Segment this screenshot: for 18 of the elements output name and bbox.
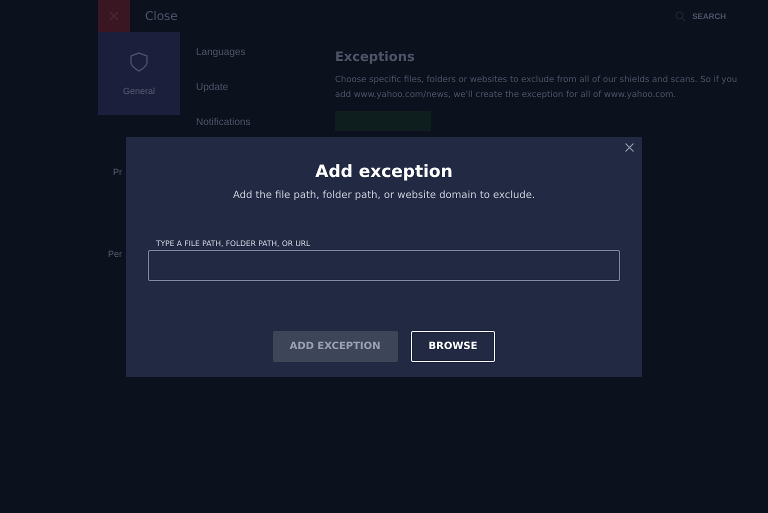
nav-item[interactable]: Notifications (196, 117, 335, 128)
dialog-subtitle: Add the file path, folder path, or website domain to exclude. (232, 190, 536, 201)
close-icon (625, 143, 634, 152)
shield-icon (130, 52, 148, 72)
path-input-field[interactable] (148, 250, 620, 281)
nav-item[interactable]: Update (196, 82, 335, 93)
close-button[interactable] (625, 143, 634, 152)
browse-button[interactable]: BROWSE (410, 331, 496, 362)
section-description: Choose specific files, folders or websites to exclude from all of our shields and scans. So if you add www.yahoo.com/news, we'll create the exception for all of www.yahoo.com. (335, 74, 738, 102)
close-label: Close (145, 9, 178, 23)
sidebar-item[interactable]: Pr (98, 167, 180, 177)
nav-item[interactable]: Languages (196, 47, 335, 58)
sidebar-item[interactable]: General (98, 32, 180, 115)
section-title: Exceptions (335, 50, 416, 65)
search-button[interactable]: SEARCH (669, 10, 732, 22)
search-icon (675, 10, 686, 22)
dialog-title: Add exception (315, 162, 453, 182)
sidebar-item[interactable]: Per (98, 249, 180, 259)
